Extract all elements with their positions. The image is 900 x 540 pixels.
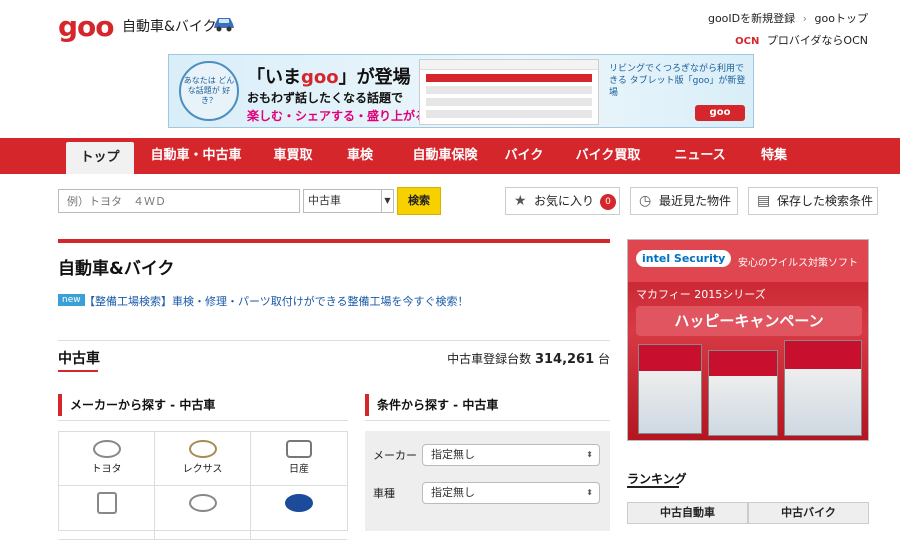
used-car-section-title: 中古車	[58, 351, 100, 367]
document-search-icon: ▤	[757, 193, 771, 209]
workshop-search-link[interactable]: 【整備工場検索】車検・修理・パーツ取付けができる整備工場を今すぐ検索！	[84, 293, 469, 309]
intel-security-logo: intel Security	[636, 250, 732, 267]
mcafee-ad[interactable]: intel Security 安心のウイルス対策ソフト マカフィー 2015シリ…	[627, 239, 869, 441]
mazda-logo-icon	[188, 494, 217, 512]
nissan-logo-icon	[286, 440, 312, 458]
chevron-right-icon: ›	[802, 12, 808, 25]
banner-bubble: あなたは どんな話題が 好き？	[179, 61, 239, 121]
banner-screenshot	[419, 59, 599, 125]
toyota-logo-icon	[92, 440, 121, 458]
model-label: 車種	[373, 487, 395, 500]
maker-mazda[interactable]	[155, 486, 251, 540]
star-icon: ★	[514, 193, 527, 209]
category-select[interactable]: 中古車 ▼	[303, 189, 394, 213]
condition-search-heading: 条件から探す - 中古車	[365, 394, 498, 416]
favorites-count-badge: 0	[600, 193, 617, 210]
product-box-image	[708, 350, 778, 436]
used-car-count: 中古車登録台数 314,261 台	[447, 352, 610, 367]
recent-button[interactable]: ◷ 最近見た物件	[630, 187, 738, 215]
banner-goo-tag: goo	[695, 105, 745, 121]
page-title: 自動車&バイク	[58, 259, 175, 279]
honda-logo-icon	[96, 492, 117, 514]
site-subtitle[interactable]: 自動車&バイク	[122, 16, 217, 36]
nav-item-cars[interactable]: 自動車・中古車	[144, 138, 248, 174]
maker-search-heading: メーカーから探す - 中古車	[58, 394, 215, 416]
nav-item-inspection[interactable]: 車検	[336, 138, 384, 174]
nav-item-features[interactable]: 特集	[752, 138, 796, 174]
saved-search-button[interactable]: ▤ 保存した検索条件	[748, 187, 878, 215]
product-box-image	[638, 344, 702, 434]
maker-heading-rule	[58, 420, 348, 421]
condition-form: メーカー 指定無し ⬍ 車種 指定無し ⬍	[365, 431, 610, 531]
nav-item-bike-buy[interactable]: バイク買取	[568, 138, 648, 174]
car-icon	[214, 18, 234, 32]
search-input[interactable]	[58, 189, 300, 213]
nav-item-bike[interactable]: バイク	[500, 138, 548, 174]
nav-item-insurance[interactable]: 自動車保険	[400, 138, 490, 174]
goo-top-link[interactable]: gooトップ	[815, 12, 868, 25]
banner-headline: 「いまgoo」が登場	[247, 67, 411, 88]
ocn-logo[interactable]: OCN	[735, 31, 759, 53]
section-divider	[58, 340, 610, 341]
ranking-underline	[627, 486, 679, 488]
maker-select[interactable]: 指定無し ⬍	[422, 444, 600, 466]
maker-grid: トヨタ レクサス 日産	[58, 431, 348, 540]
tab-used-cars[interactable]: 中古自動車	[627, 502, 748, 524]
nav-item-top[interactable]: トップ	[66, 142, 134, 174]
banner-line3: 楽しむ・シェアする・盛り上がる！	[247, 109, 440, 123]
header-links: gooIDを新規登録 › gooトップ OCN プロバイダならOCN	[708, 8, 868, 53]
nav-item-car-buy[interactable]: 車買取	[262, 138, 324, 174]
updown-arrow-icon: ⬍	[586, 450, 593, 459]
clock-icon: ◷	[639, 193, 652, 209]
condition-heading-rule	[365, 420, 610, 421]
new-badge: new	[58, 294, 85, 306]
banner-tablet-text: リビングでくつろぎながら利用できる タブレット版「goo」が新登場	[609, 64, 746, 98]
banner-line2: おもわず話したくなる話題で	[247, 91, 404, 105]
promo-banner[interactable]: あなたは どんな話題が 好き？ 「いまgoo」が登場 おもわず話したくなる話題で…	[168, 54, 754, 128]
product-box-image	[784, 340, 862, 436]
tab-used-bikes[interactable]: 中古バイク	[748, 502, 869, 524]
ad-top-text: 安心のウイルス対策ソフト	[738, 258, 858, 269]
model-select[interactable]: 指定無し ⬍	[422, 482, 600, 504]
nav-item-news[interactable]: ニュース	[666, 138, 734, 174]
lexus-logo-icon	[188, 440, 217, 458]
ocn-link[interactable]: プロバイダならOCN	[767, 34, 868, 47]
updown-arrow-icon: ⬍	[586, 488, 593, 497]
dropdown-arrow-icon: ▼	[381, 190, 393, 212]
subaru-logo-icon	[285, 494, 313, 512]
maker-lexus[interactable]: レクサス	[155, 432, 251, 486]
ranking-heading: ランキング	[627, 472, 687, 486]
goo-logo[interactable]: goo	[58, 10, 115, 43]
main-top-divider	[58, 239, 610, 243]
maker-label: メーカー	[373, 449, 417, 462]
ad-campaign-text: ハッピーキャンペーン	[636, 306, 862, 336]
ranking-tabs: 中古自動車 中古バイク	[627, 502, 869, 524]
search-button[interactable]: 検索	[397, 187, 441, 215]
ad-series-text: マカフィー 2015シリーズ	[636, 288, 766, 301]
maker-honda[interactable]	[59, 486, 155, 540]
maker-toyota[interactable]: トヨタ	[59, 432, 155, 486]
section-underline	[58, 370, 98, 372]
register-link[interactable]: gooIDを新規登録	[708, 12, 795, 25]
main-nav: トップ 自動車・中古車 車買取 車検 自動車保険 バイク バイク買取 ニュース …	[0, 138, 900, 174]
maker-subaru[interactable]	[251, 486, 347, 540]
maker-nissan[interactable]: 日産	[251, 432, 347, 486]
favorites-button[interactable]: ★ お気に入り 0	[505, 187, 620, 215]
